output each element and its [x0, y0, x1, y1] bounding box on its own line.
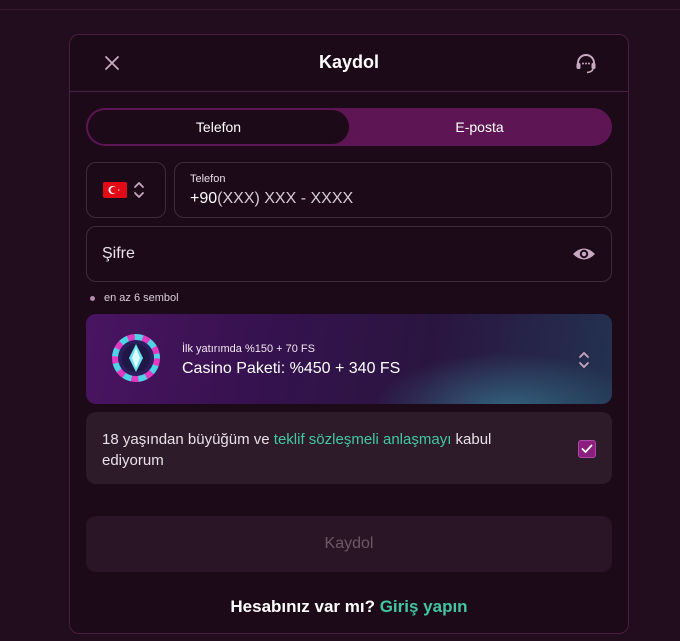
password-hint: en az 6 sembol — [90, 292, 179, 304]
phone-label: Telefon — [190, 173, 226, 185]
headset-icon — [576, 54, 596, 74]
bonus-title: Casino Paketi: %450 + 340 FS — [182, 360, 401, 377]
turkey-flag-icon — [103, 182, 127, 198]
login-link[interactable]: Giriş yapın — [380, 597, 468, 616]
check-icon — [581, 444, 593, 453]
phone-prefix: +90 — [190, 190, 218, 207]
country-code-select[interactable] — [86, 162, 166, 218]
phone-placeholder: (XXX) XXX - XXXX — [217, 190, 354, 207]
modal-title: Kaydol — [318, 52, 379, 72]
bonus-subtitle: İlk yatırımda %150 + 70 FS — [182, 343, 315, 355]
login-prompt: Hesabınız var mı? Giriş yapın — [70, 597, 628, 617]
hint-bullet — [90, 295, 95, 301]
offer-agreement-link[interactable]: teklif sözleşmeli anlaşmayı — [274, 431, 452, 448]
password-input[interactable]: Şifre — [86, 226, 612, 282]
chevron-updown-icon — [134, 182, 144, 198]
eye-icon — [573, 248, 595, 260]
casino-chip-icon — [112, 334, 160, 382]
signup-modal: Kaydol Telefon E-posta Telefon +90(XXX) … — [69, 34, 629, 634]
terms-checkbox[interactable] — [578, 440, 596, 458]
password-hint-text: en az 6 sembol — [104, 292, 179, 304]
password-placeholder: Şifre — [102, 245, 135, 262]
terms-text: 18 yaşından büyüğüm ve teklif sözleşmeli… — [102, 429, 542, 471]
chevron-updown-icon — [579, 352, 589, 368]
submit-button[interactable]: Kaydol — [86, 516, 612, 572]
top-divider — [0, 9, 680, 10]
password-visibility-toggle[interactable] — [572, 244, 596, 264]
phone-input[interactable]: Telefon +90(XXX) XXX - XXXX — [174, 162, 612, 218]
login-question: Hesabınız var mı? — [230, 597, 375, 616]
phone-value: +90(XXX) XXX - XXXX — [190, 190, 353, 208]
support-button[interactable] — [573, 51, 599, 77]
auth-method-tabs: Telefon E-posta — [86, 108, 612, 146]
bonus-select[interactable]: İlk yatırımda %150 + 70 FS Casino Paketi… — [86, 314, 612, 404]
modal-header: Kaydol — [70, 35, 628, 92]
tab-phone[interactable]: Telefon — [88, 110, 349, 144]
terms-consent: 18 yaşından büyüğüm ve teklif sözleşmeli… — [86, 412, 612, 484]
tab-email[interactable]: E-posta — [349, 110, 610, 144]
terms-text-before: 18 yaşından büyüğüm ve — [102, 431, 274, 448]
